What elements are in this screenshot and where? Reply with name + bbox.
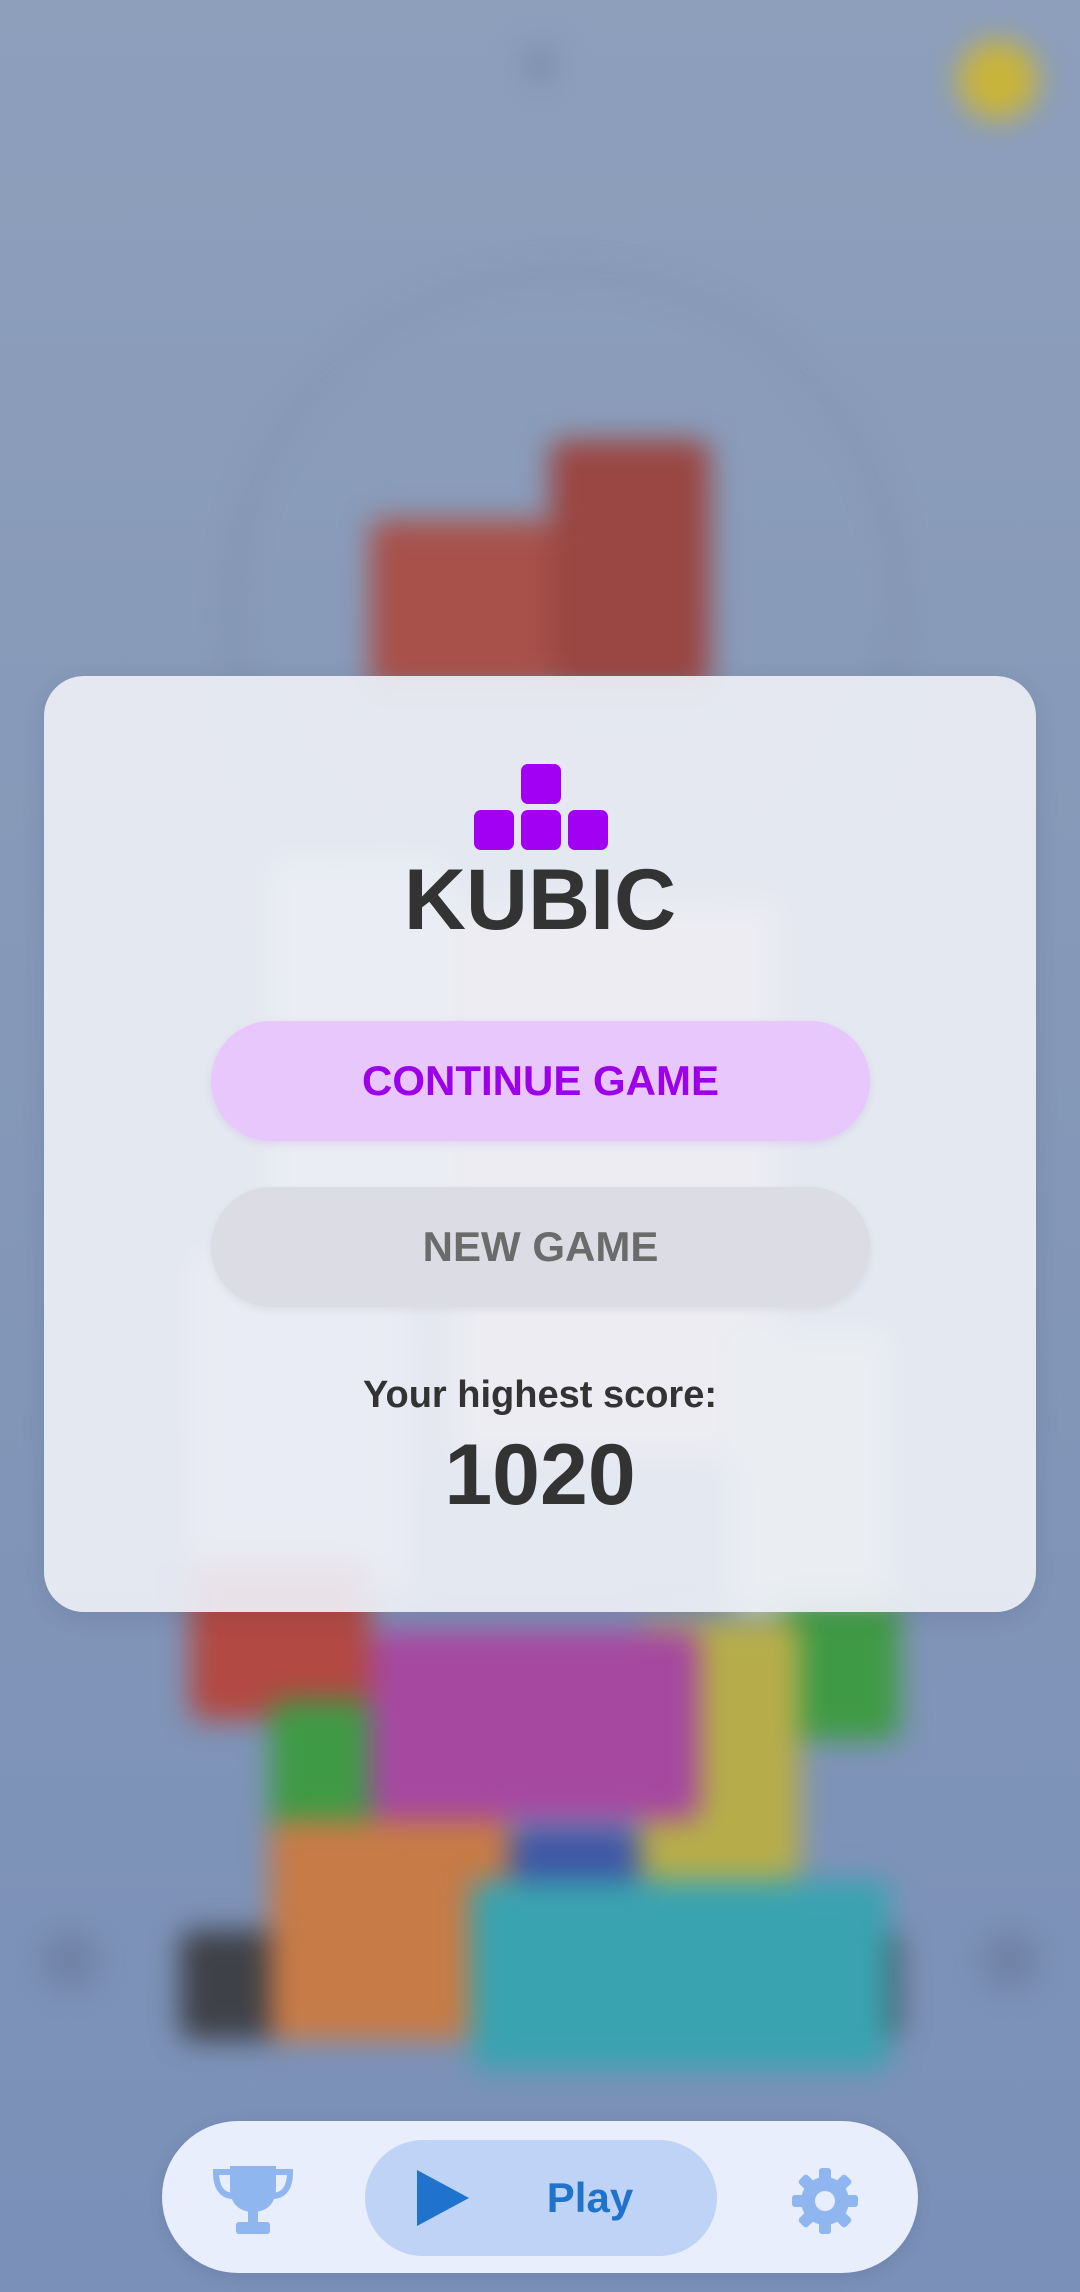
leaderboard-button[interactable] xyxy=(208,2162,298,2238)
coin-icon xyxy=(958,40,1038,120)
new-game-button[interactable]: NEW GAME xyxy=(211,1187,870,1307)
falling-block xyxy=(550,440,710,690)
highest-score-value: 1020 xyxy=(444,1427,636,1523)
falling-block xyxy=(370,520,550,690)
kubic-logo-icon xyxy=(474,764,608,852)
rotate-right-icon xyxy=(980,1930,1040,1990)
play-icon xyxy=(417,2170,469,2226)
settings-button[interactable] xyxy=(790,2166,860,2236)
tower-block xyxy=(470,1880,890,2070)
trophy-icon xyxy=(212,2166,294,2234)
highest-score-label: Your highest score: xyxy=(362,1374,718,1416)
continue-game-button[interactable]: CONTINUE GAME xyxy=(211,1021,870,1141)
gear-icon xyxy=(792,2168,858,2234)
app-title: KUBIC xyxy=(403,852,677,948)
tower-block xyxy=(370,1630,700,1820)
rotate-left-icon xyxy=(40,1930,100,1990)
play-label: Play xyxy=(546,2174,634,2221)
top-indicator xyxy=(520,45,560,85)
play-button[interactable]: Play xyxy=(365,2140,717,2256)
